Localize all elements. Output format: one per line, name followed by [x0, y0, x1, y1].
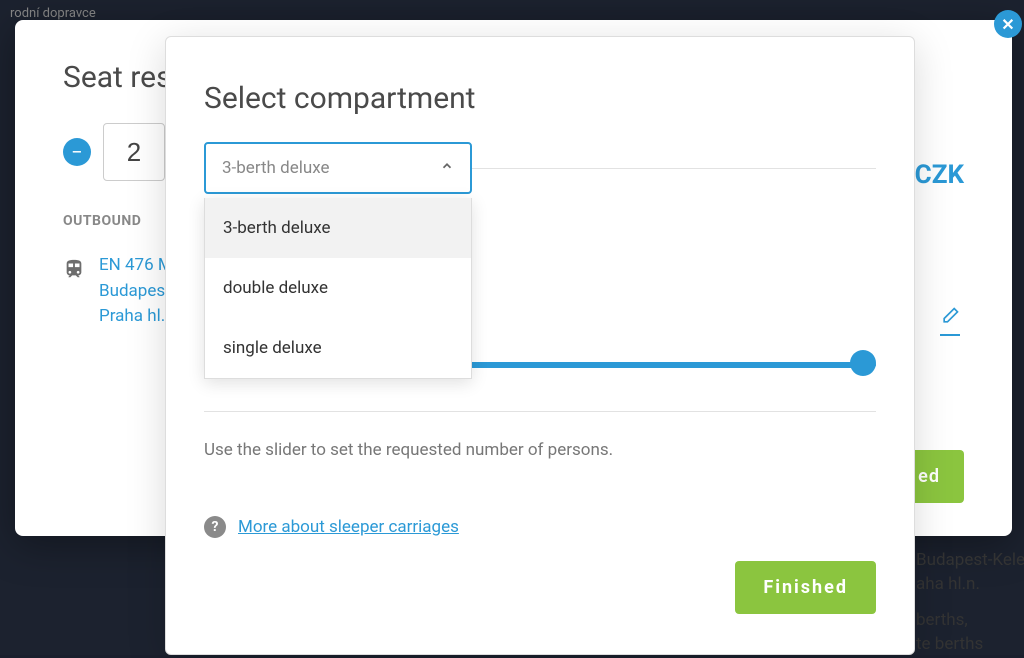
destination-station: Praha hl.n: [99, 304, 175, 330]
bg-text-fragment-2: aha hl.n.: [916, 572, 1024, 598]
slider-hint-text: Use the slider to set the requested numb…: [204, 440, 876, 460]
close-modal-button[interactable]: ✕: [994, 10, 1022, 38]
compartment-select-value: 3-berth deluxe: [222, 158, 330, 178]
inner-modal-title: Select compartment: [204, 81, 876, 116]
decrement-button[interactable]: −: [63, 138, 91, 166]
select-compartment-modal: Select compartment 3-berth deluxe 3-bert…: [165, 36, 915, 655]
slider-thumb[interactable]: [850, 350, 876, 376]
help-icon[interactable]: ?: [204, 516, 226, 538]
dropdown-option-single[interactable]: single deluxe: [205, 318, 471, 378]
bg-text-fragment-1: Budapest-Kele: [916, 548, 1024, 574]
close-icon: ✕: [1001, 15, 1014, 34]
sleeper-carriages-link[interactable]: More about sleeper carriages: [238, 517, 459, 537]
dropdown-option-3berth[interactable]: 3-berth deluxe: [205, 198, 471, 258]
train-number: EN 476 M: [99, 253, 175, 279]
compartment-select: 3-berth deluxe 3-berth deluxe double del…: [204, 142, 472, 194]
journey-text[interactable]: EN 476 M Budapest- Praha hl.n: [99, 253, 175, 330]
finished-button[interactable]: Finished: [735, 561, 876, 614]
help-row: ? More about sleeper carriages: [204, 516, 876, 538]
chevron-up-icon: [440, 159, 454, 177]
bg-text-fragment-4: te berths: [916, 632, 1024, 658]
outer-finished-label: ed: [918, 466, 940, 487]
passenger-count-input[interactable]: [103, 123, 165, 181]
dropdown-option-double[interactable]: double deluxe: [205, 258, 471, 318]
divider: [472, 168, 876, 169]
compartment-dropdown-list: 3-berth deluxe double deluxe single delu…: [204, 198, 472, 379]
divider: [204, 411, 876, 412]
finished-label: Finished: [763, 577, 848, 598]
edit-leg-button[interactable]: [940, 306, 960, 336]
bg-header-text: rodní dopravce: [10, 6, 96, 21]
train-icon: [63, 257, 85, 290]
origin-station: Budapest-: [99, 279, 175, 305]
compartment-select-display[interactable]: 3-berth deluxe: [204, 142, 472, 194]
bg-text-fragment-3: berths,: [916, 608, 1024, 634]
